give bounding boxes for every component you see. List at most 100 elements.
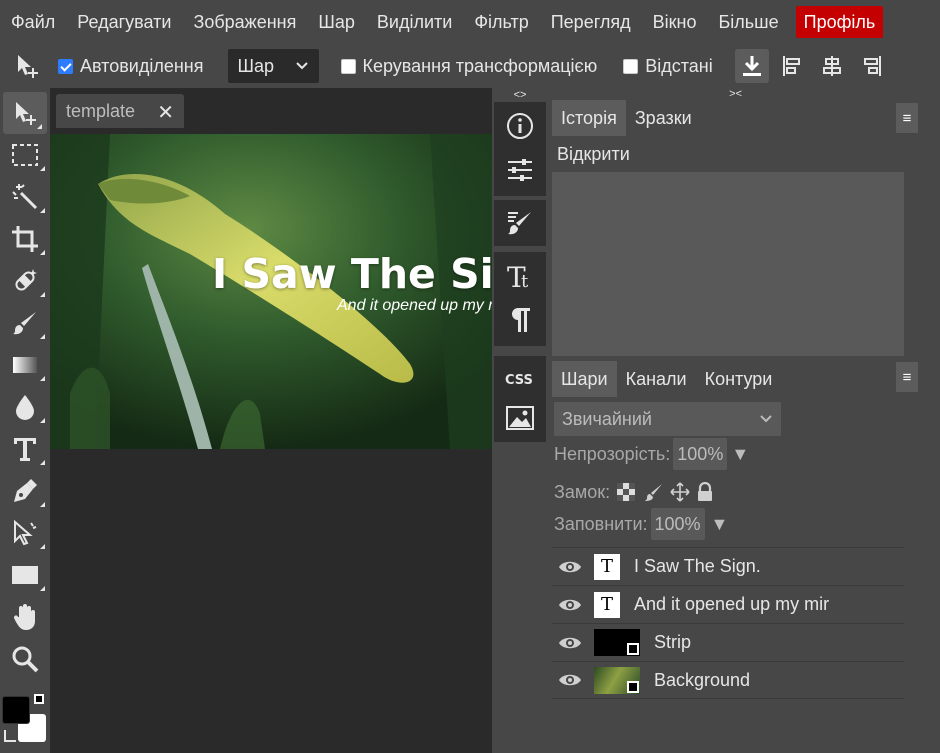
layer-name: Strip (654, 632, 692, 652)
crop-icon (12, 226, 38, 252)
fill-row: Заповнити: 100% ▼ (554, 508, 728, 540)
layers-panel-menu-icon[interactable]: ≡ (896, 362, 918, 392)
type-tool[interactable] (0, 428, 50, 470)
document-tab[interactable]: template ✕ (56, 94, 184, 128)
eye-icon[interactable] (558, 672, 582, 688)
distances-check[interactable] (623, 58, 639, 74)
document-canvas[interactable]: I Saw The Sign. And it opened up my mind (50, 134, 492, 449)
lock-transparency-icon[interactable] (616, 482, 636, 502)
lock-pixels-icon[interactable] (644, 482, 664, 502)
menu-filter[interactable]: Фільтр (463, 0, 539, 44)
menu-select[interactable]: Виділити (366, 0, 463, 44)
layer-group-select[interactable]: Шар (227, 49, 319, 83)
icon-group-brush (494, 200, 546, 246)
css-icon[interactable]: CSS (494, 356, 546, 400)
move-tool[interactable] (3, 92, 47, 134)
info-icon[interactable] (494, 104, 546, 148)
eye-icon[interactable] (558, 635, 582, 651)
brush-tool[interactable] (0, 302, 50, 344)
fill-label: Заповнити: (554, 513, 648, 534)
tools-panel (0, 88, 50, 753)
collapse-grip[interactable]: <> (492, 88, 548, 102)
menu-window[interactable]: Вікно (642, 0, 708, 44)
menu-image[interactable]: Зображення (182, 0, 307, 44)
menu-file[interactable]: Файл (0, 0, 66, 44)
pen-icon (14, 479, 37, 502)
tab-channels[interactable]: Канали (617, 361, 696, 397)
icon-group-type: Tt (494, 252, 546, 346)
menu-view[interactable]: Перегляд (540, 0, 642, 44)
icon-group-css: CSS (494, 356, 546, 442)
blur-tool[interactable] (0, 386, 50, 428)
panel-icon-column: <> Tt CSS (492, 88, 548, 753)
align-center-icon[interactable] (815, 49, 849, 83)
layer-row[interactable]: Strip (552, 623, 904, 661)
paragraph-icon[interactable] (494, 298, 546, 342)
svg-text:CSS: CSS (505, 373, 533, 386)
lock-all-icon[interactable] (696, 482, 714, 502)
opacity-dropdown-icon[interactable]: ▼ (731, 444, 749, 465)
layer-row[interactable]: Background (552, 661, 904, 699)
eye-icon[interactable] (558, 597, 582, 613)
auto-select-label: Автовиділення (80, 55, 204, 76)
history-list: Відкрити (552, 136, 904, 356)
path-select-tool[interactable] (0, 512, 50, 554)
menu-layer[interactable]: Шар (307, 0, 366, 44)
healing-tool[interactable] (0, 260, 50, 302)
panel-collapse-grip[interactable]: >< (729, 88, 742, 100)
auto-select-check[interactable] (58, 58, 73, 74)
color-swatches[interactable] (0, 692, 50, 750)
lock-position-icon[interactable] (670, 482, 690, 502)
magic-wand-tool[interactable] (0, 176, 50, 218)
menu-edit[interactable]: Редагувати (66, 0, 182, 44)
hand-tool[interactable] (0, 596, 50, 638)
menu-profile[interactable]: Профіль (795, 6, 884, 38)
layer-group-value: Шар (237, 55, 275, 76)
align-right-icon[interactable] (855, 49, 889, 83)
document-tab-title: template (66, 100, 136, 121)
distances-checkbox[interactable]: Відстані (623, 56, 713, 77)
gradient-tool[interactable] (0, 344, 50, 386)
transform-check[interactable] (340, 58, 356, 74)
zoom-tool[interactable] (0, 638, 50, 680)
brush-icon (13, 312, 36, 335)
text-layer-thumbnail: T (594, 591, 620, 618)
layer-row[interactable]: T And it opened up my mir (552, 585, 904, 623)
layer-name: Background (654, 669, 751, 690)
shape-tool[interactable] (0, 554, 50, 596)
default-colors-icon[interactable] (34, 694, 44, 704)
crop-tool[interactable] (0, 218, 50, 260)
brush-settings-icon[interactable] (494, 201, 546, 245)
image-icon[interactable] (494, 396, 546, 440)
move-icon (16, 102, 36, 125)
tab-paths[interactable]: Контури (696, 361, 782, 397)
layer-row[interactable]: T I Saw The Sign. (552, 547, 904, 585)
menu-more[interactable]: Більше (707, 0, 789, 44)
marquee-tool[interactable] (0, 134, 50, 176)
swap-colors-icon[interactable] (4, 730, 16, 742)
background-layer-thumbnail (594, 666, 640, 694)
auto-select-checkbox[interactable]: Автовиділення (58, 56, 204, 77)
foreground-color-swatch[interactable] (2, 696, 30, 724)
history-panel-menu-icon[interactable]: ≡ (896, 103, 918, 133)
eye-icon[interactable] (558, 559, 582, 575)
align-left-icon[interactable] (775, 49, 809, 83)
rectangle-icon (12, 566, 38, 584)
download-icon[interactable] (734, 49, 769, 83)
opacity-input[interactable]: 100% (673, 438, 728, 470)
fill-input[interactable]: 100% (650, 508, 705, 540)
canvas-headline-text: I Saw The Sign. (212, 250, 492, 298)
tab-layers[interactable]: Шари (552, 361, 617, 397)
character-icon[interactable]: Tt (494, 254, 546, 298)
transform-controls-checkbox[interactable]: Керування трансформацією (340, 56, 597, 77)
tab-history[interactable]: Історія (552, 100, 626, 136)
adjustments-icon[interactable] (494, 148, 546, 192)
history-entry[interactable]: Відкрити (552, 136, 904, 172)
close-icon[interactable]: ✕ (157, 100, 174, 125)
options-bar: Автовиділення Шар Керування трансформаці… (0, 44, 940, 88)
icon-group-info (494, 102, 546, 196)
fill-dropdown-icon[interactable]: ▼ (711, 514, 729, 535)
tab-swatches[interactable]: Зразки (626, 100, 701, 136)
blend-mode-select[interactable]: Звичайний (554, 402, 781, 436)
pen-tool[interactable] (0, 470, 50, 512)
